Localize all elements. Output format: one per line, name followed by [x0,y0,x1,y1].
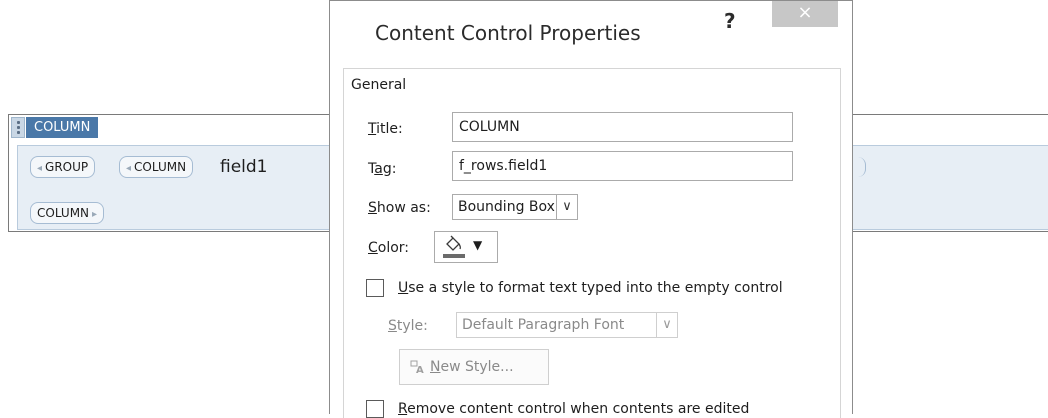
show-as-label: Show as: [368,200,431,216]
title-input[interactable] [452,112,793,142]
tag-arrow-icon: ◂ [37,163,43,174]
general-group-label: General [348,77,410,93]
tag-label-text: g: [382,161,397,177]
new-style-accel: N [430,359,441,375]
grip-dot-icon [16,131,20,134]
style-value: Default Paragraph Font [462,317,625,333]
title-label-accel: T [368,121,377,137]
column-end-tag-label: COLUMN [37,206,90,220]
remove-text: emove content control when contents are … [407,401,750,417]
grip-dot-icon [16,126,20,129]
title-label: Title: [368,121,403,137]
paint-bucket-icon [446,235,461,251]
dialog-title: Content Control Properties [375,21,641,45]
field-text[interactable]: field1 [220,157,268,177]
tag-arrow-icon: ◂ [126,163,132,174]
close-icon: × [797,2,813,23]
column-end-tag[interactable]: COLUMN ▸ [30,202,105,224]
svg-text:A: A [416,365,424,374]
new-style-icon: A [410,360,424,374]
chevron-down-icon: ∨ [656,313,677,337]
color-label-accel: C [368,240,378,256]
show-as-label-accel: S [368,200,377,216]
color-picker-button[interactable]: ▼ [434,231,498,263]
tag-label: Tag: [368,161,396,177]
dropdown-arrow-icon: ▼ [473,238,483,252]
title-label-text: itle: [376,121,403,137]
color-label: Color: [368,240,409,256]
remove-accel: R [398,401,408,417]
show-as-value: Bounding Box [458,199,555,215]
style-label: Style: [388,318,428,334]
use-style-text: se a style to format text typed into the… [408,280,783,296]
column-tag-label: COLUMN [134,160,187,174]
remove-control-checkbox[interactable] [366,400,384,418]
color-label-text: olor: [377,240,410,256]
tag-input[interactable] [452,151,793,181]
use-style-label[interactable]: Use a style to format text typed into th… [398,280,783,296]
help-icon[interactable]: ? [724,9,736,33]
content-control-handle[interactable] [11,117,25,138]
group-start-tag[interactable]: ◂ GROUP [30,156,96,178]
use-style-accel: U [398,280,409,296]
style-label-accel: S [388,318,397,334]
grip-dot-icon [16,121,20,124]
show-as-dropdown[interactable]: Bounding Box ∨ [452,194,578,220]
show-as-label-text: how as: [376,200,431,216]
content-control-properties-dialog: Content Control Properties ? × General T… [329,0,853,418]
use-style-checkbox[interactable] [366,279,384,297]
new-style-text: ew Style... [440,359,514,375]
close-button[interactable]: × [772,1,838,27]
tag-label-accel: a [374,161,383,177]
chevron-down-icon: ∨ [556,195,577,219]
new-style-button[interactable]: A New Style... [399,349,549,385]
style-dropdown[interactable]: Default Paragraph Font ∨ [456,312,678,338]
remove-control-label[interactable]: Remove content control when contents are… [398,401,749,417]
column-start-tag[interactable]: ◂ COLUMN [119,156,194,178]
content-control-title-tab[interactable]: COLUMN [26,117,99,138]
style-label-text: tyle: [396,318,428,334]
tag-arrow-icon: ▸ [92,209,98,220]
group-tag-label: GROUP [45,160,89,174]
color-swatch [443,254,465,258]
